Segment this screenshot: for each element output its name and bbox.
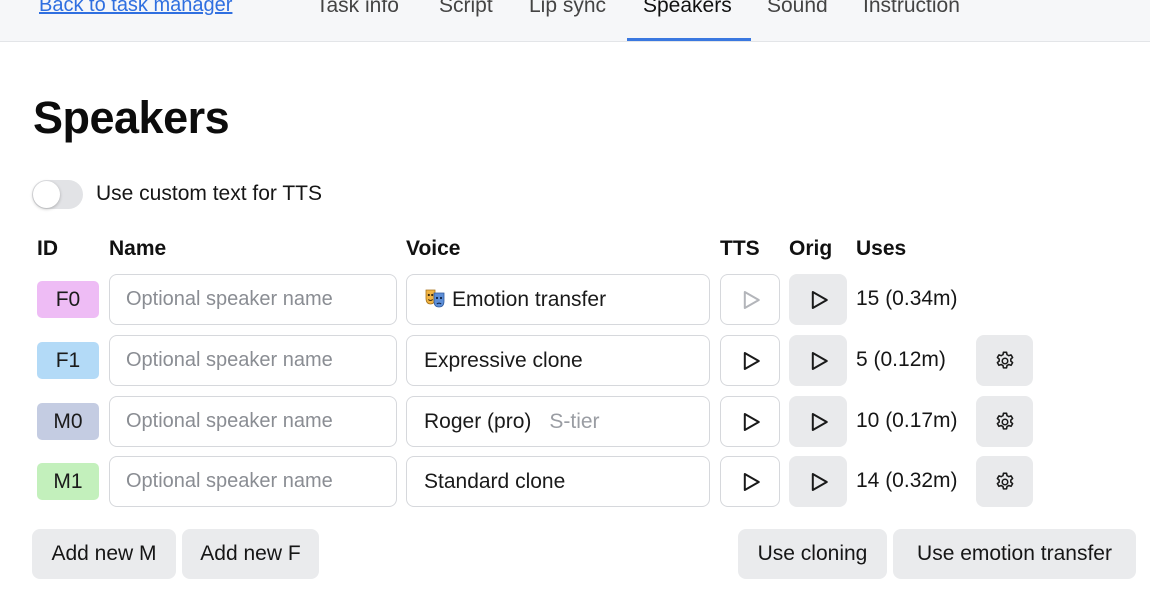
voice-settings-button[interactable] bbox=[976, 335, 1033, 386]
gear-icon bbox=[996, 412, 1013, 430]
voice-tier-label: S-tier bbox=[549, 410, 600, 433]
voice-select[interactable]: Roger (pro) S-tier bbox=[406, 396, 710, 447]
speaker-id-badge: M1 bbox=[37, 463, 99, 500]
voice-label: Expressive clone bbox=[424, 349, 583, 372]
tab-task-info[interactable]: Task info bbox=[316, 0, 399, 18]
uses-count: 15 (0.34m) bbox=[856, 287, 958, 310]
gear-icon bbox=[996, 472, 1013, 490]
play-icon bbox=[743, 472, 760, 491]
speaker-name-input[interactable] bbox=[109, 396, 397, 447]
custom-tts-text-label: Use custom text for TTS bbox=[96, 182, 323, 205]
voice-settings-button[interactable] bbox=[976, 396, 1033, 447]
speaker-name-input[interactable] bbox=[109, 456, 397, 507]
tab-speakers[interactable]: Speakers bbox=[643, 0, 732, 18]
tab-script[interactable]: Script bbox=[439, 0, 493, 18]
speaker-id-badge: F1 bbox=[37, 342, 99, 379]
tts-play-button[interactable] bbox=[720, 335, 780, 386]
voice-label: Roger (pro) bbox=[424, 410, 532, 433]
tts-play-button[interactable] bbox=[720, 274, 780, 325]
voice-select[interactable]: Emotion transfer bbox=[406, 274, 710, 325]
back-to-task-manager-link[interactable]: Back to task manager bbox=[39, 0, 232, 17]
custom-tts-text-toggle[interactable] bbox=[32, 180, 83, 209]
speaker-name-input[interactable] bbox=[109, 274, 397, 325]
add-new-m-button[interactable]: Add new M bbox=[32, 529, 176, 579]
page-title: Speakers bbox=[33, 92, 230, 143]
speaker-id-badge: M0 bbox=[37, 403, 99, 440]
tts-play-button[interactable] bbox=[720, 456, 780, 507]
play-icon bbox=[811, 351, 828, 370]
column-header-tts: TTS bbox=[720, 237, 760, 260]
play-icon bbox=[811, 290, 828, 309]
column-header-orig: Orig bbox=[789, 237, 833, 260]
voice-select[interactable]: Standard clone bbox=[406, 456, 710, 507]
column-header-voice: Voice bbox=[406, 237, 461, 260]
play-icon bbox=[743, 351, 760, 370]
orig-play-button[interactable] bbox=[789, 335, 847, 386]
use-emotion-transfer-button[interactable]: Use emotion transfer bbox=[893, 529, 1136, 579]
orig-play-button[interactable] bbox=[789, 396, 847, 447]
play-icon bbox=[811, 472, 828, 491]
voice-label: Standard clone bbox=[424, 470, 566, 493]
orig-play-button[interactable] bbox=[789, 456, 847, 507]
uses-count: 10 (0.17m) bbox=[856, 409, 958, 432]
column-header-uses: Uses bbox=[856, 237, 907, 260]
toggle-knob bbox=[33, 181, 60, 208]
tab-lip-sync[interactable]: Lip sync bbox=[529, 0, 606, 18]
play-icon bbox=[811, 412, 828, 431]
column-header-id: ID bbox=[37, 237, 58, 260]
top-nav: Back to task manager Task info Script Li… bbox=[0, 0, 1150, 42]
speaker-name-input[interactable] bbox=[109, 335, 397, 386]
uses-count: 14 (0.32m) bbox=[856, 469, 958, 492]
column-header-name: Name bbox=[109, 237, 167, 260]
voice-select[interactable]: Expressive clone bbox=[406, 335, 710, 386]
voice-label: Emotion transfer bbox=[452, 288, 607, 311]
play-icon bbox=[743, 290, 760, 309]
play-icon bbox=[743, 412, 760, 431]
speaker-id-badge: F0 bbox=[37, 281, 99, 318]
add-new-f-button[interactable]: Add new F bbox=[182, 529, 319, 579]
voice-settings-button[interactable] bbox=[976, 456, 1033, 507]
orig-play-button[interactable] bbox=[789, 274, 847, 325]
uses-count: 5 (0.12m) bbox=[856, 348, 946, 371]
active-tab-indicator bbox=[627, 38, 751, 41]
gear-icon bbox=[996, 351, 1013, 369]
tab-instruction[interactable]: Instruction bbox=[863, 0, 960, 18]
performing-arts-icon bbox=[424, 278, 446, 308]
tts-play-button[interactable] bbox=[720, 396, 780, 447]
use-cloning-button[interactable]: Use cloning bbox=[738, 529, 887, 579]
tab-sound[interactable]: Sound bbox=[767, 0, 828, 18]
